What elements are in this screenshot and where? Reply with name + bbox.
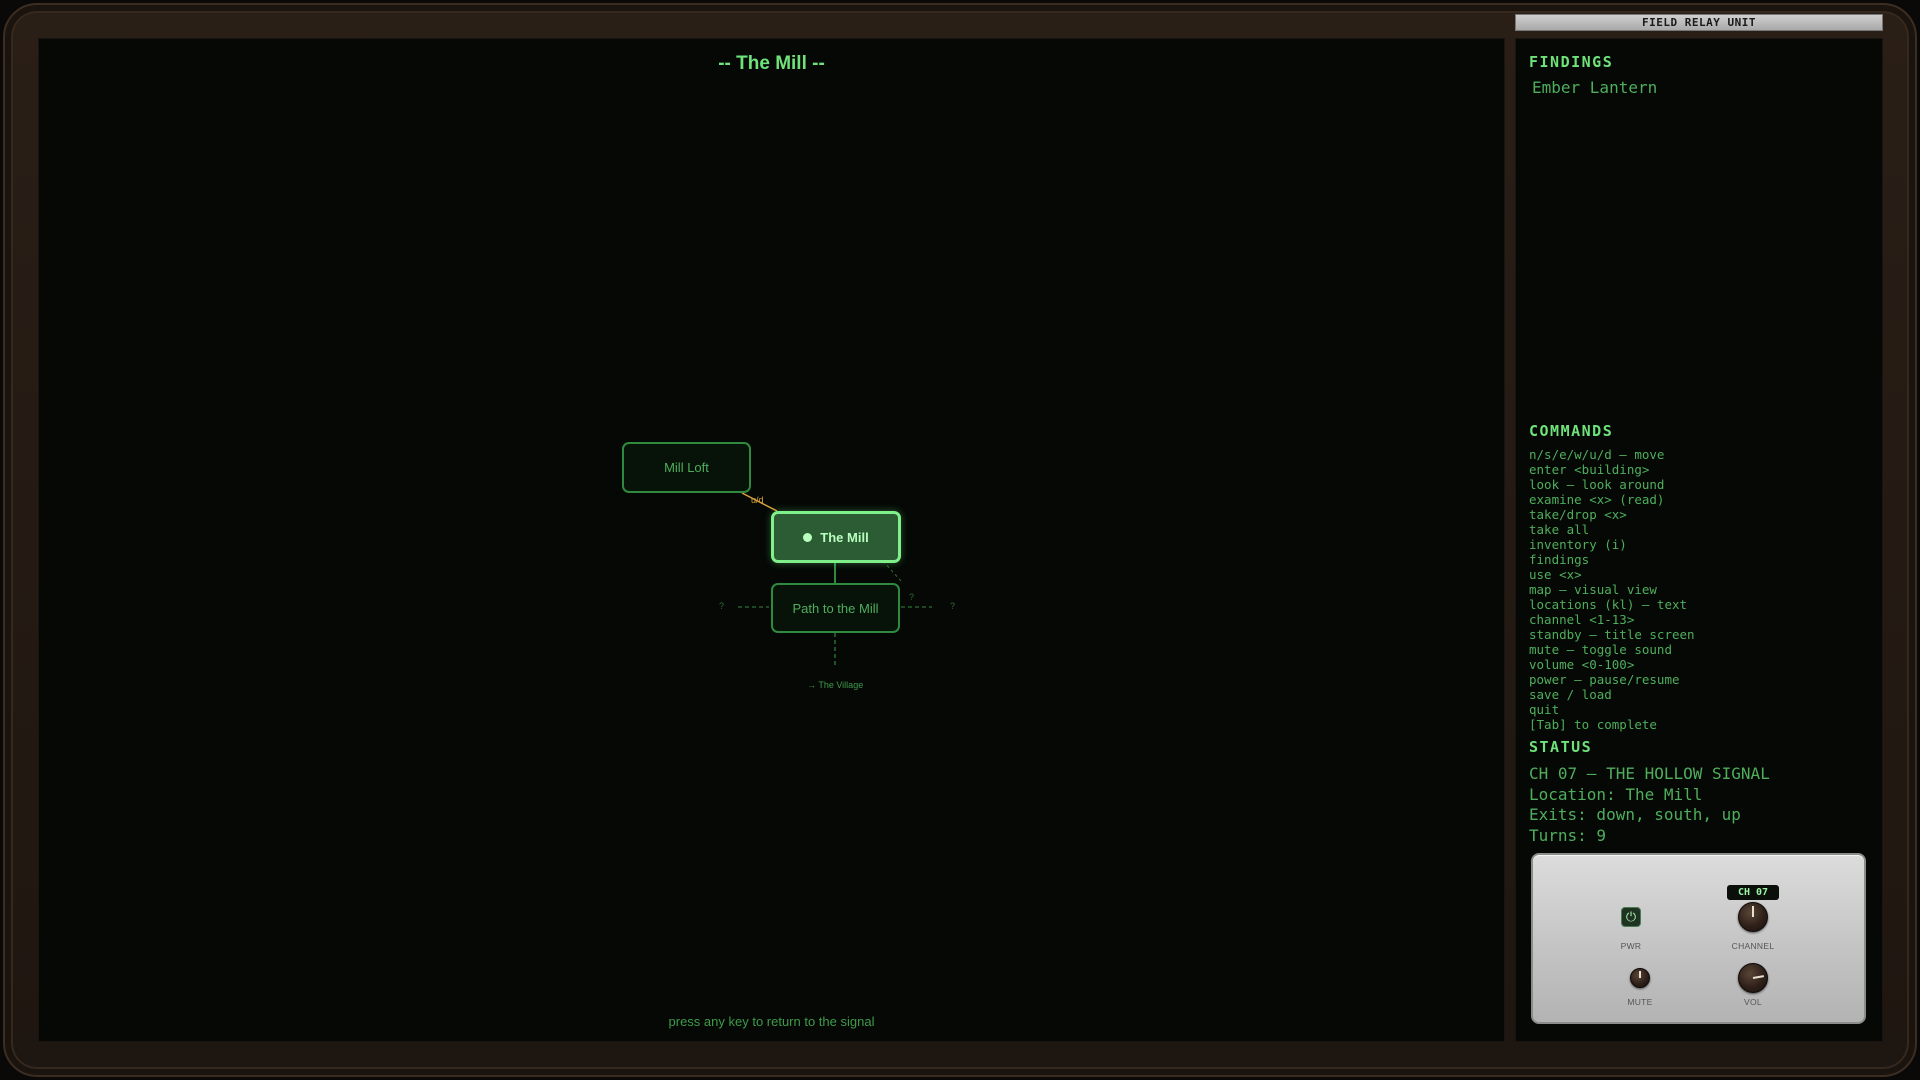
room-label: The Mill xyxy=(820,529,869,545)
mute-label: MUTE xyxy=(1627,997,1653,1007)
findings-title: FINDINGS xyxy=(1529,53,1614,71)
finding-item: Ember Lantern xyxy=(1532,78,1658,97)
mute-knob[interactable] xyxy=(1630,968,1650,988)
control-console: CH 07 ⏻ PWR CHANNEL MUTE VOL xyxy=(1531,853,1866,1024)
channel-display: CH 07 xyxy=(1727,885,1779,900)
command-item: [Tab] to complete xyxy=(1529,717,1657,732)
pwr-label: PWR xyxy=(1620,941,1642,951)
command-item: use <x> xyxy=(1529,567,1582,582)
volume-knob[interactable] xyxy=(1738,963,1768,993)
command-item: quit xyxy=(1529,702,1560,717)
room-label: Mill Loft xyxy=(664,460,709,475)
status-channel: CH 07 — THE HOLLOW SIGNAL xyxy=(1529,764,1770,783)
commands-list: n/s/e/w/u/d — move enter <building> look… xyxy=(1529,447,1695,732)
command-item: take/drop <x> xyxy=(1529,507,1627,522)
command-item: examine <x> (read) xyxy=(1529,492,1665,507)
status-location: Location: The Mill xyxy=(1529,784,1703,804)
map-screen: -- The Mill -- Mill Loft The Mill Path t… xyxy=(38,38,1505,1042)
power-icon: ⏻ xyxy=(1625,909,1637,925)
command-item: map — visual view xyxy=(1529,582,1657,597)
current-location-icon xyxy=(803,532,813,542)
up-down-marker: u/d xyxy=(751,495,764,505)
command-item: findings xyxy=(1529,552,1590,567)
status-block: CH 07 — THE HOLLOW SIGNAL Location: The … xyxy=(1529,764,1770,846)
unknown-exit-west: ? xyxy=(719,601,725,611)
field-relay-unit-label: FIELD RELAY UNIT xyxy=(1515,14,1883,31)
connection-mill-unknown xyxy=(882,560,902,582)
vol-label: VOL xyxy=(1744,997,1762,1007)
command-item: mute — toggle sound xyxy=(1529,642,1672,657)
command-item: inventory (i) xyxy=(1529,537,1627,552)
room-the-mill-current[interactable]: The Mill xyxy=(771,511,901,563)
command-item: enter <building> xyxy=(1529,462,1650,477)
status-exits: Exits: down, south, up xyxy=(1529,805,1741,824)
unknown-exit-diagonal: ? xyxy=(909,592,915,602)
command-item: channel <1-13> xyxy=(1529,612,1635,627)
room-path-to-the-mill[interactable]: Path to the Mill xyxy=(771,583,900,633)
command-item: save / load xyxy=(1529,687,1612,702)
status-title: STATUS xyxy=(1529,738,1593,756)
return-prompt: press any key to return to the signal xyxy=(668,1014,875,1029)
status-turns: Turns: 9 xyxy=(1529,825,1607,845)
map-title: -- The Mill -- xyxy=(718,53,825,74)
command-item: take all xyxy=(1529,522,1590,537)
room-mill-loft[interactable]: Mill Loft xyxy=(622,442,751,493)
channel-label: CHANNEL xyxy=(1731,941,1775,951)
command-item: n/s/e/w/u/d — move xyxy=(1529,447,1665,462)
room-label: Path to the Mill xyxy=(792,600,879,616)
power-button[interactable]: ⏻ xyxy=(1621,907,1641,927)
command-item: power — pause/resume xyxy=(1529,672,1680,687)
command-item: locations (kl) — text xyxy=(1529,597,1688,612)
commands-title: COMMANDS xyxy=(1529,422,1614,440)
command-item: volume <0-100> xyxy=(1529,657,1635,672)
exit-to-village-label: → The Village xyxy=(807,680,864,690)
channel-knob[interactable] xyxy=(1738,902,1768,932)
unknown-exit-east: ? xyxy=(950,601,956,611)
command-item: look — look around xyxy=(1529,477,1665,492)
command-item: standby — title screen xyxy=(1529,627,1695,642)
